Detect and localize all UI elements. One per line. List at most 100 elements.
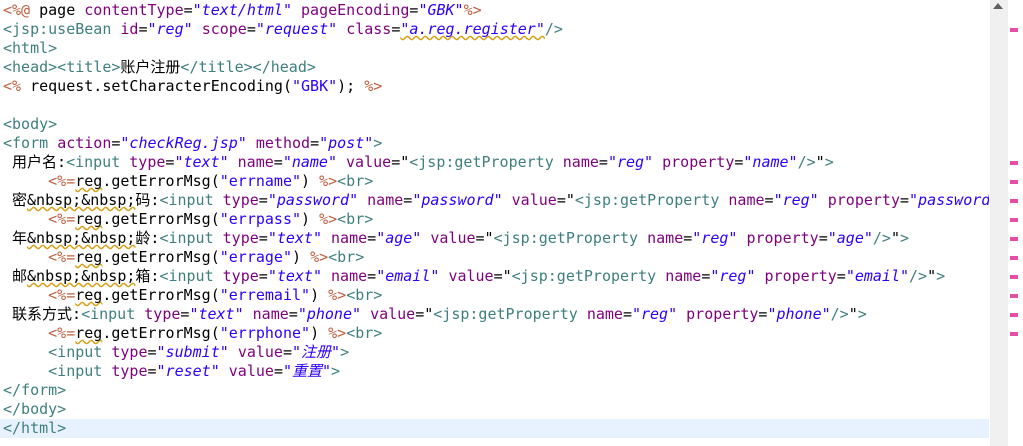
code-line[interactable]: <form action="checkReg.jsp" method="post… [3,134,382,153]
code-token: <head><title> [3,58,121,76]
code-token: type [222,267,259,285]
code-editor[interactable]: <%@ page contentType="text/html" pageEnc… [0,0,989,446]
code-token: ) [310,286,329,304]
code-token: "request" [255,20,338,38]
code-token: property [662,153,735,171]
code-token: scope [201,20,247,38]
code-token: "重置" [282,362,332,380]
code-token: <jsp:getProperty [433,305,587,323]
warning-marker[interactable] [1010,180,1018,184]
code-line[interactable]: <%=reg.getErrorMsg("errphone") %><br> [3,324,382,343]
code-token: %> [364,77,383,95]
code-token: "text" [174,153,229,171]
code-token: "GBK" [418,1,464,19]
code-token: type [129,153,166,171]
code-token: ) [301,172,320,190]
code-token: /> [909,267,928,285]
code-token: class [346,20,392,38]
code-token: pageEncoding [301,1,410,19]
code-line[interactable]: <%=reg.getErrorMsg("errpass") %><br> [3,210,373,229]
code-token: 邮 [3,267,28,285]
warning-marker[interactable] [1010,275,1018,279]
code-token: "name" [282,153,337,171]
code-token: = [246,20,256,38]
code-line[interactable]: <input type="reset" value="重置"> [3,362,340,381]
code-token: /> [830,305,849,323]
code-token: = [282,343,292,361]
scroll-up-arrow-icon[interactable] [993,3,1003,9]
vertical-scrollbar[interactable] [990,0,1009,446]
warning-marker[interactable] [1010,199,1018,203]
code-token: /> [797,153,816,171]
code-token: value [448,267,494,285]
code-token: <input [48,343,112,361]
code-line[interactable]: <input type="submit" value="注册"> [3,343,349,362]
code-token: action [57,134,112,152]
code-line[interactable]: <%@ page contentType="text/html" pageEnc… [3,1,482,20]
code-token: =" [391,153,410,171]
code-token: 码: [135,191,160,209]
code-token: .getErrorMsg( [102,172,220,190]
warning-marker[interactable] [1010,332,1018,336]
code-token: contentType [84,1,184,19]
code-line[interactable]: <head><title>账户注册</title></head> [3,58,316,77]
warning-marker[interactable] [1010,218,1018,222]
code-line[interactable]: <jsp:useBean id="reg" scope="request" cl… [3,20,563,39]
code-line[interactable]: <% request.setCharacterEncoding("GBK"); … [3,77,382,96]
code-token: "age" [827,229,873,247]
warning-marker[interactable] [1010,28,1018,32]
code-line[interactable]: 联系方式:<input type="text" name="phone" val… [3,305,867,324]
code-token: = [900,191,910,209]
code-token: = [310,134,320,152]
code-token: = [403,191,413,209]
code-line[interactable]: <%=reg.getErrorMsg("errage") %><br> [3,248,364,267]
code-line[interactable]: <%=reg.getErrorMsg("errname") %><br> [3,172,373,191]
code-line[interactable]: 年&nbsp;&nbsp;龄:<input type="text" name="… [3,229,909,248]
code-token: = [598,153,608,171]
code-token: ) [292,248,311,266]
code-line[interactable]: <%=reg.getErrorMsg("erremail") %><br> [3,286,382,305]
code-token: = [258,229,268,247]
code-token: .getErrorMsg( [102,286,220,304]
code-line[interactable]: 邮&nbsp;&nbsp;箱:<input type="text" name="… [3,267,945,286]
code-token: %> [463,1,482,19]
code-line[interactable]: 用户名:<input type="text" name="name" value… [3,153,834,172]
warning-marker[interactable] [1010,161,1018,165]
code-line[interactable]: <html> [3,39,57,58]
code-token: <input [159,191,223,209]
code-token: > [857,305,867,323]
code-token: = [367,267,377,285]
code-line[interactable]: </body> [3,400,66,419]
warning-marker[interactable] [1010,256,1018,260]
overview-ruler[interactable] [1008,0,1023,446]
code-token: "text" [267,267,322,285]
code-token: reg [75,248,103,266]
code-token: <form [3,134,58,152]
warning-marker[interactable] [1010,237,1018,241]
code-token: value [430,229,476,247]
code-token: > [373,134,383,152]
code-token: "phone" [297,305,362,323]
code-line[interactable]: </form> [3,381,66,400]
code-token: <br> [328,248,365,266]
code-token: value [511,191,557,209]
code-line[interactable]: <body> [3,115,57,134]
code-token: <input [66,153,130,171]
code-line[interactable]: </html> [0,419,989,438]
code-token: &nbsp;&nbsp; [27,229,136,247]
code-token: reg [75,210,103,228]
code-line[interactable]: 密&nbsp;&nbsp;码:<input type="password" na… [3,191,989,210]
code-token: = [764,191,774,209]
code-token: <body> [3,115,58,133]
warning-marker[interactable] [1010,294,1018,298]
code-token: <input [81,305,145,323]
code-token: name [647,229,684,247]
code-token: "post" [319,134,374,152]
code-token: > [936,267,946,285]
warning-marker[interactable] [1010,313,1018,317]
code-token: " [927,267,937,285]
